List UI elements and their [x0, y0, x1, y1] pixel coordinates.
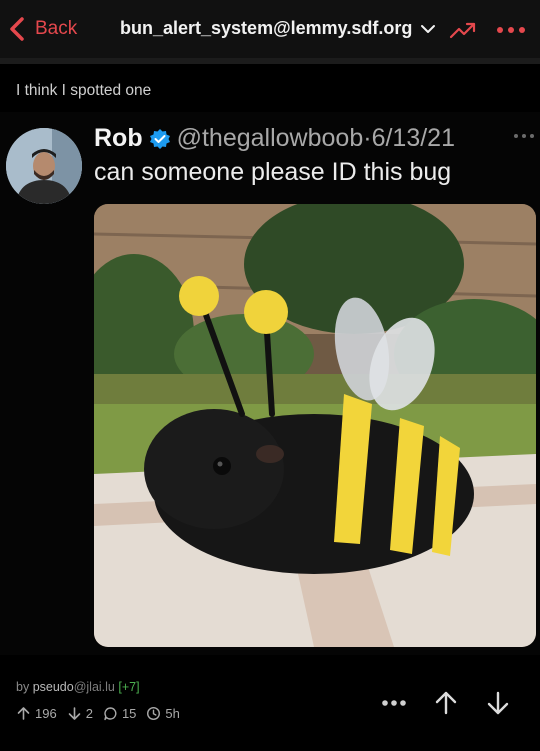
dropdown-chevron-icon	[421, 24, 436, 33]
community-selector[interactable]: bun_alert_system@lemmy.sdf.org	[120, 18, 436, 39]
back-button[interactable]: Back	[8, 16, 77, 42]
back-chevron-icon	[10, 17, 24, 41]
tweet-date: 6/13/21	[371, 124, 455, 152]
tweet-text: can someone please ID this bug	[94, 158, 452, 186]
more-actions-button[interactable]	[381, 698, 407, 708]
back-label: Back	[35, 18, 78, 39]
tweet-author-line: Rob @thegallowboob · 6/13/21	[94, 124, 455, 153]
author-link[interactable]: pseudo	[33, 680, 74, 694]
post-title[interactable]: I think I spotted one	[16, 82, 151, 100]
downvote-icon	[68, 707, 81, 720]
header-divider	[0, 58, 540, 64]
bee-costume-guinea-pig-photo	[94, 204, 536, 647]
byline: by pseudo@jlai.lu [+7]	[16, 680, 140, 694]
comment-value: 15	[121, 706, 137, 721]
downvote-count: 2	[67, 706, 93, 721]
byline-prefix: by	[16, 680, 33, 694]
community-name: bun_alert_system@lemmy.sdf.org	[120, 18, 413, 38]
post-stats: 196 2 15 5h	[16, 706, 190, 721]
more-dots-icon[interactable]	[496, 21, 526, 39]
tweet-separator: ·	[363, 124, 372, 152]
comment-icon	[104, 707, 117, 721]
verified-badge-icon	[149, 128, 170, 149]
tweet-more-icon	[514, 134, 534, 138]
downvote-button[interactable]	[486, 690, 510, 716]
trending-icon[interactable]	[449, 17, 477, 43]
upvote-count: 196	[16, 706, 57, 721]
author-instance: @jlai.lu	[73, 680, 115, 694]
tweet-author: Rob	[94, 124, 143, 152]
post-age: 5h	[146, 706, 180, 721]
downvote-value: 2	[85, 706, 93, 721]
comment-count: 15	[103, 706, 136, 721]
post-image[interactable]: Rob @thegallowboob · 6/13/21 can someone…	[0, 112, 540, 655]
clock-icon	[147, 706, 161, 721]
author-badge: [+7]	[118, 680, 140, 694]
avatar	[6, 128, 82, 204]
upvote-button[interactable]	[434, 690, 458, 716]
age-value: 5h	[165, 706, 180, 721]
upvote-icon	[17, 707, 30, 720]
tweet-handle: @thegallowboob	[176, 124, 364, 152]
top-bar: Back bun_alert_system@lemmy.sdf.org	[0, 0, 540, 58]
upvote-value: 196	[35, 706, 57, 721]
